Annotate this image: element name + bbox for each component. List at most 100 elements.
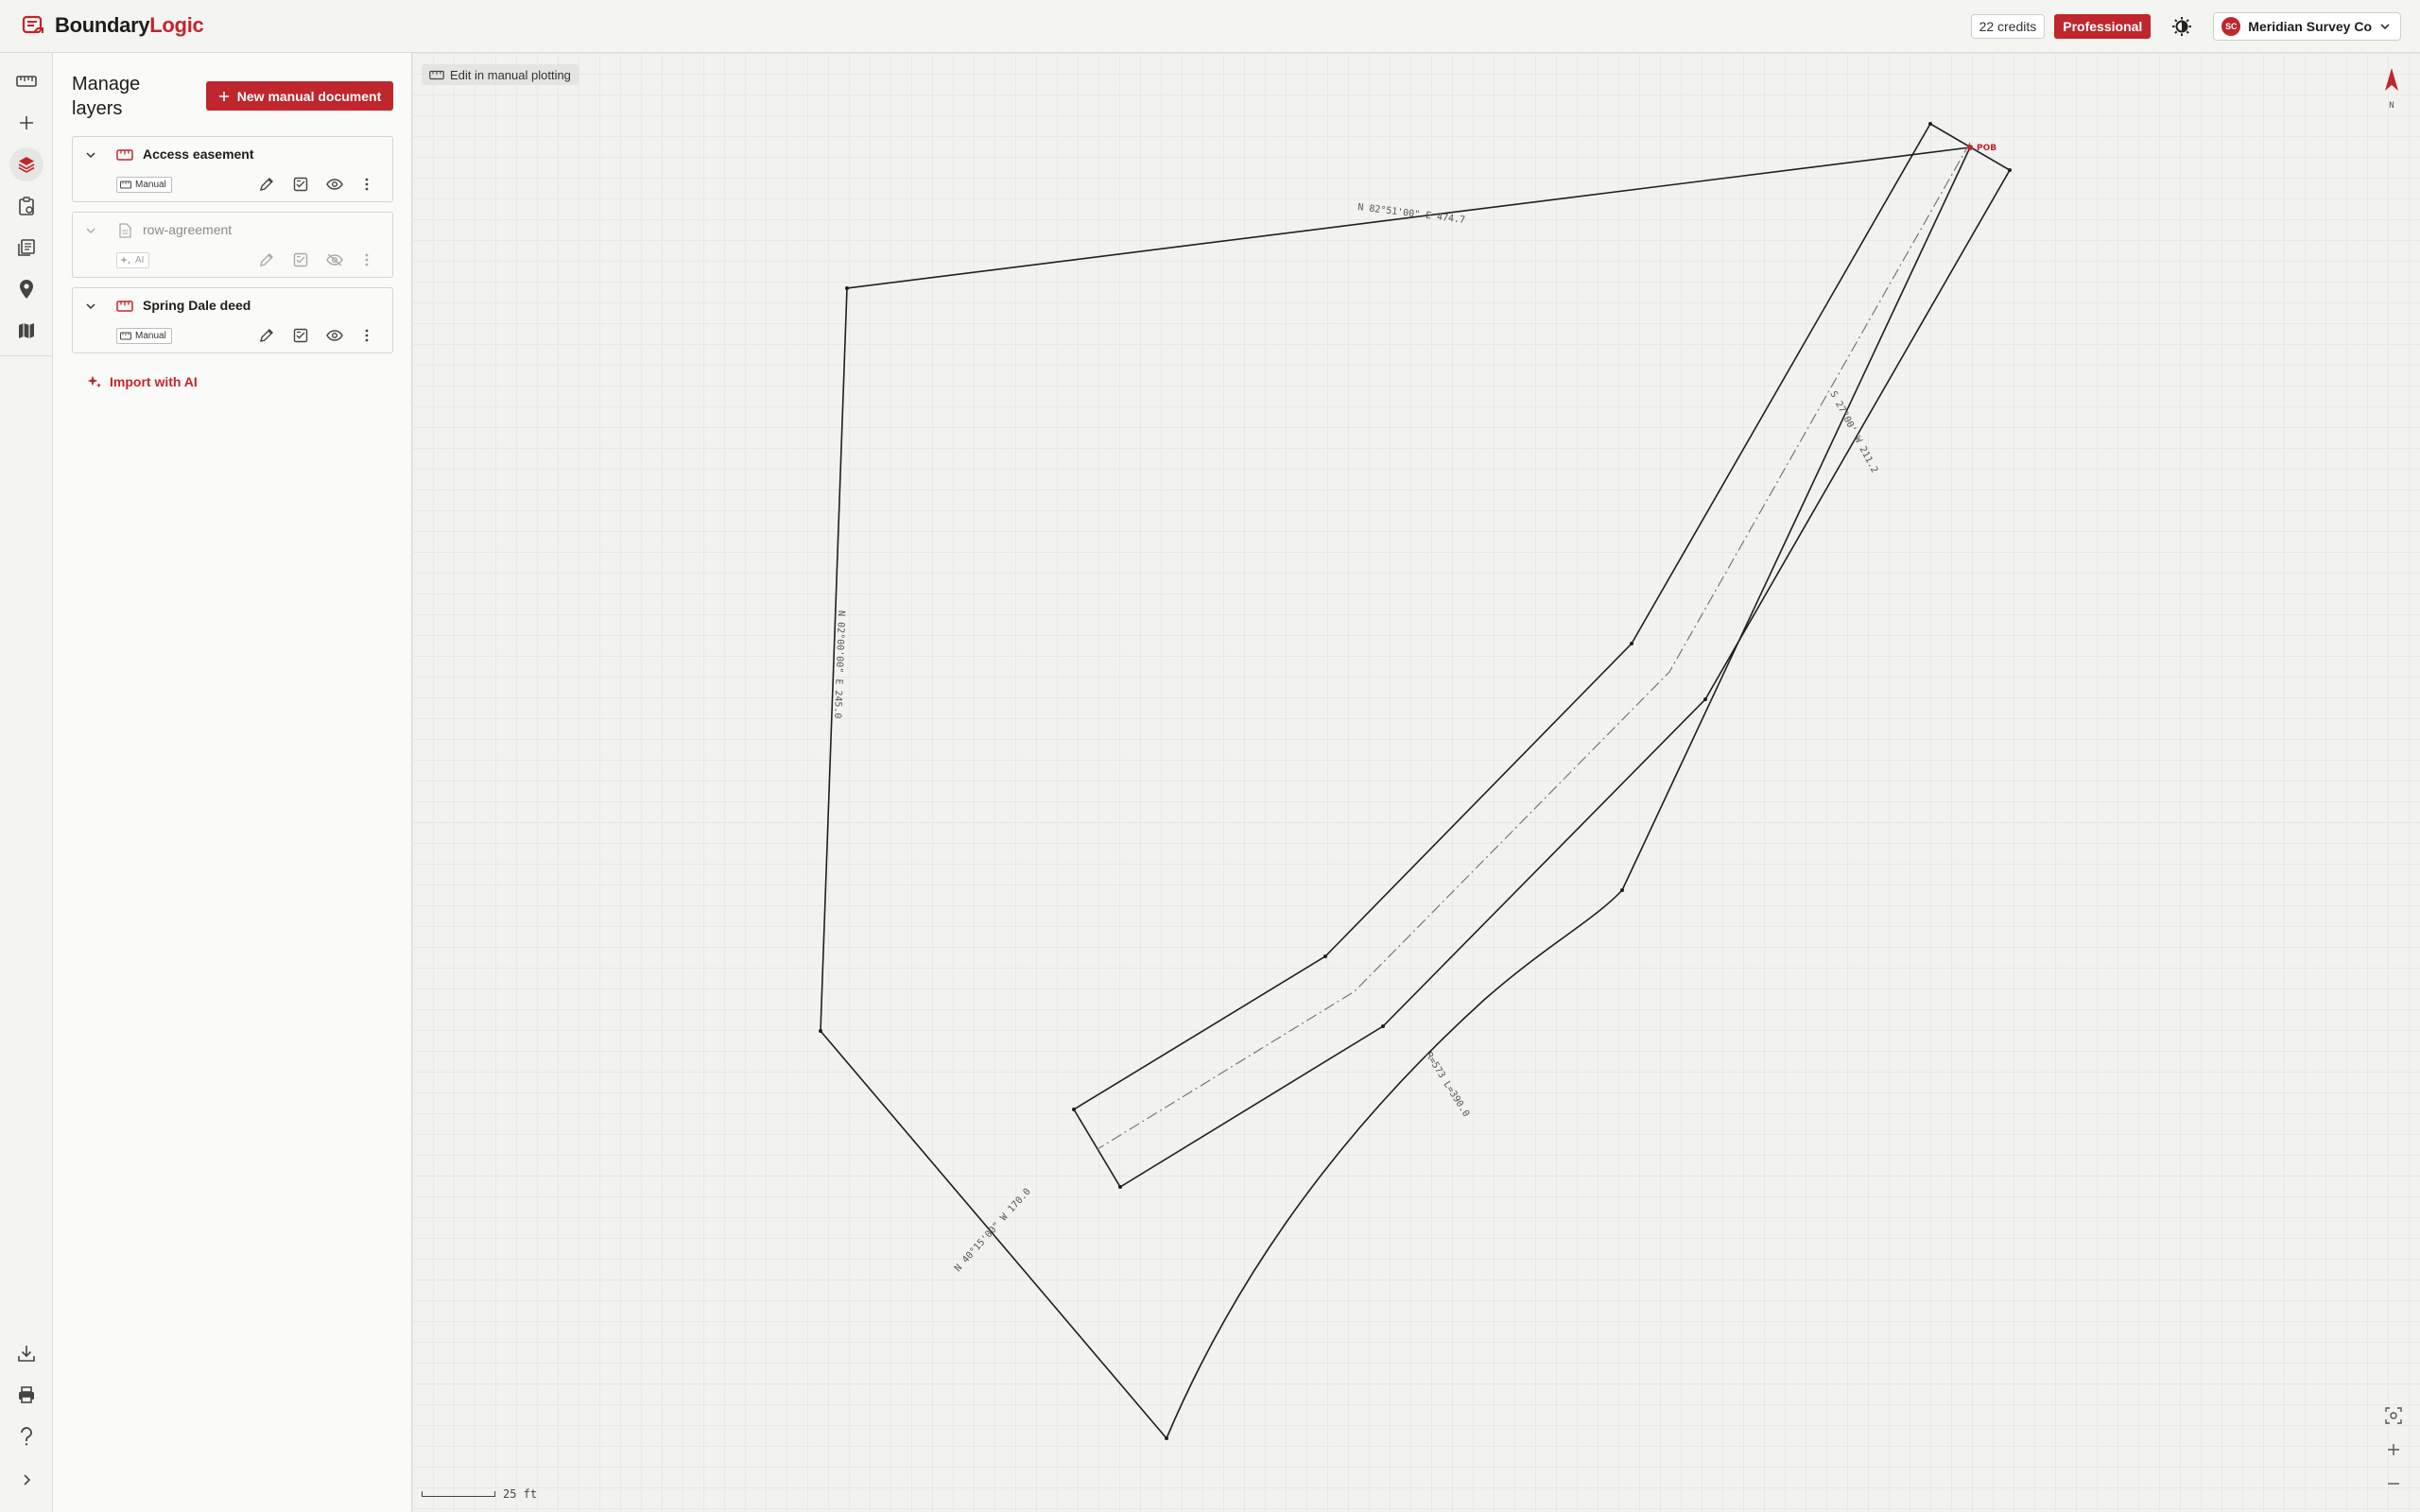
chevron-down-icon[interactable] [84,300,97,313]
brand[interactable]: BoundaryLogic [21,13,204,38]
theme-toggle-button[interactable] [2166,10,2198,43]
eye-off-icon [326,253,343,266]
zoom-in-button[interactable] [2382,1438,2405,1461]
app-name-part2: Logic [149,13,204,37]
checklist-icon [293,252,308,267]
documents-icon [18,239,35,256]
print-button[interactable] [9,1378,43,1412]
import-with-ai-button[interactable]: Import with AI [87,374,198,389]
pencil-icon [260,178,273,191]
layer-card-access-easement[interactable]: Access easement Manual [72,136,393,202]
toggle-visibility-button[interactable] [324,249,345,270]
ruler-button[interactable] [9,64,43,98]
map-canvas[interactable]: Edit in manual plotting POB N 82°51'00" … [412,53,2420,1512]
plus-icon [218,91,229,101]
location-button[interactable] [9,272,43,306]
eye-icon [326,179,343,190]
easement-centerline [1097,142,1971,1150]
plan-badge[interactable]: Professional [2054,14,2152,39]
layer-name: Access easement [143,146,254,162]
edit-layer-button[interactable] [256,174,277,195]
ruler-icon [116,149,133,161]
logo-icon [22,15,43,34]
layers-panel: Manage layers New manual document Access… [53,53,412,1512]
layer-source-badge: AI [116,252,150,268]
org-selector[interactable]: SC Meridian Survey Co [2213,12,2401,41]
review-layer-button[interactable] [290,174,311,195]
layer-name: Spring Dale deed [143,298,251,313]
help-button[interactable] [9,1419,43,1453]
map-icon [19,323,34,338]
org-avatar: SC [2221,17,2241,36]
call-label-west: N 02°00'00" E 245.0 [832,610,846,719]
plus-icon [2388,1444,2399,1455]
layer-source-label: Manual [135,180,166,190]
ruler-icon [16,76,37,87]
chevron-down-icon [2380,24,2390,30]
edit-layer-button[interactable] [256,249,277,270]
layer-source-badge: Manual [116,328,172,344]
parcel-boundary[interactable] [820,146,1971,1440]
north-arrow: N [2382,68,2401,111]
eye-icon [326,330,343,341]
panel-title: Manage layers [72,74,141,119]
new-manual-document-button[interactable]: New manual document [206,81,393,111]
review-layer-button[interactable] [290,249,311,270]
credits-badge[interactable]: 22 credits [1970,14,2046,39]
layer-card-spring-dale-deed[interactable]: Spring Dale deed Manual [72,287,393,353]
layer-source-label: AI [135,255,145,266]
download-button[interactable] [9,1336,43,1370]
layer-menu-button[interactable] [356,325,377,346]
toggle-visibility-button[interactable] [324,174,345,195]
chevron-down-icon[interactable] [84,224,97,237]
minus-icon [2388,1483,2399,1485]
expand-panel-button[interactable] [9,1463,43,1497]
zoom-out-button[interactable] [2382,1472,2405,1495]
call-label-easement: S 27°00' W 211.2 [1827,389,1879,474]
rail-divider [0,355,53,356]
document-icon [119,223,131,238]
layers-button[interactable] [9,147,43,181]
toggle-visibility-button[interactable] [324,325,345,346]
import-with-ai-label: Import with AI [110,374,198,389]
map-button[interactable] [9,314,43,348]
layer-card-row-agreement[interactable]: row-agreement AI [72,212,393,278]
chevron-down-icon[interactable] [84,148,97,162]
call-label-southwest: N 40°15'00" W 170.0 [953,1187,1033,1274]
checklist-icon [293,177,308,192]
focus-icon [2385,1407,2402,1424]
add-button[interactable] [9,106,43,140]
clipboard-button[interactable] [9,189,43,223]
north-arrow-icon [2385,68,2398,91]
ruler-icon [120,180,131,189]
layer-menu-button[interactable] [356,174,377,195]
more-vertical-icon [365,178,369,191]
plot-drawing[interactable]: POB N 82°51'00" E 474.7 N 02°00'00" E 24… [412,53,2420,1512]
help-icon [21,1427,32,1446]
layer-menu-button[interactable] [356,249,377,270]
app-name: BoundaryLogic [55,13,204,38]
more-vertical-icon [365,253,369,266]
documents-button[interactable] [9,231,43,265]
easement-boundary[interactable] [1072,122,2012,1189]
edit-layer-button[interactable] [256,325,277,346]
new-manual-document-label: New manual document [236,88,382,104]
top-bar: BoundaryLogic 22 credits Professional SC… [0,0,2420,53]
recenter-button[interactable] [2382,1404,2405,1427]
pencil-icon [260,329,273,342]
sparkle-icon [120,256,131,265]
plus-icon [20,116,33,129]
review-layer-button[interactable] [290,325,311,346]
pob-marker[interactable]: POB [1967,144,1996,153]
pob-label: POB [1977,144,1996,153]
header-actions: 22 credits Professional SC Meridian Surv… [1970,10,2401,43]
ruler-icon [116,301,133,312]
ruler-icon [120,332,131,340]
scale-label: 25 ft [503,1487,538,1501]
layer-name: row-agreement [143,222,233,237]
pencil-icon [260,253,273,266]
vertex-markers [819,122,2012,1440]
north-label: N [2389,101,2394,111]
layer-source-badge: Manual [116,177,172,193]
download-icon [18,1346,35,1362]
